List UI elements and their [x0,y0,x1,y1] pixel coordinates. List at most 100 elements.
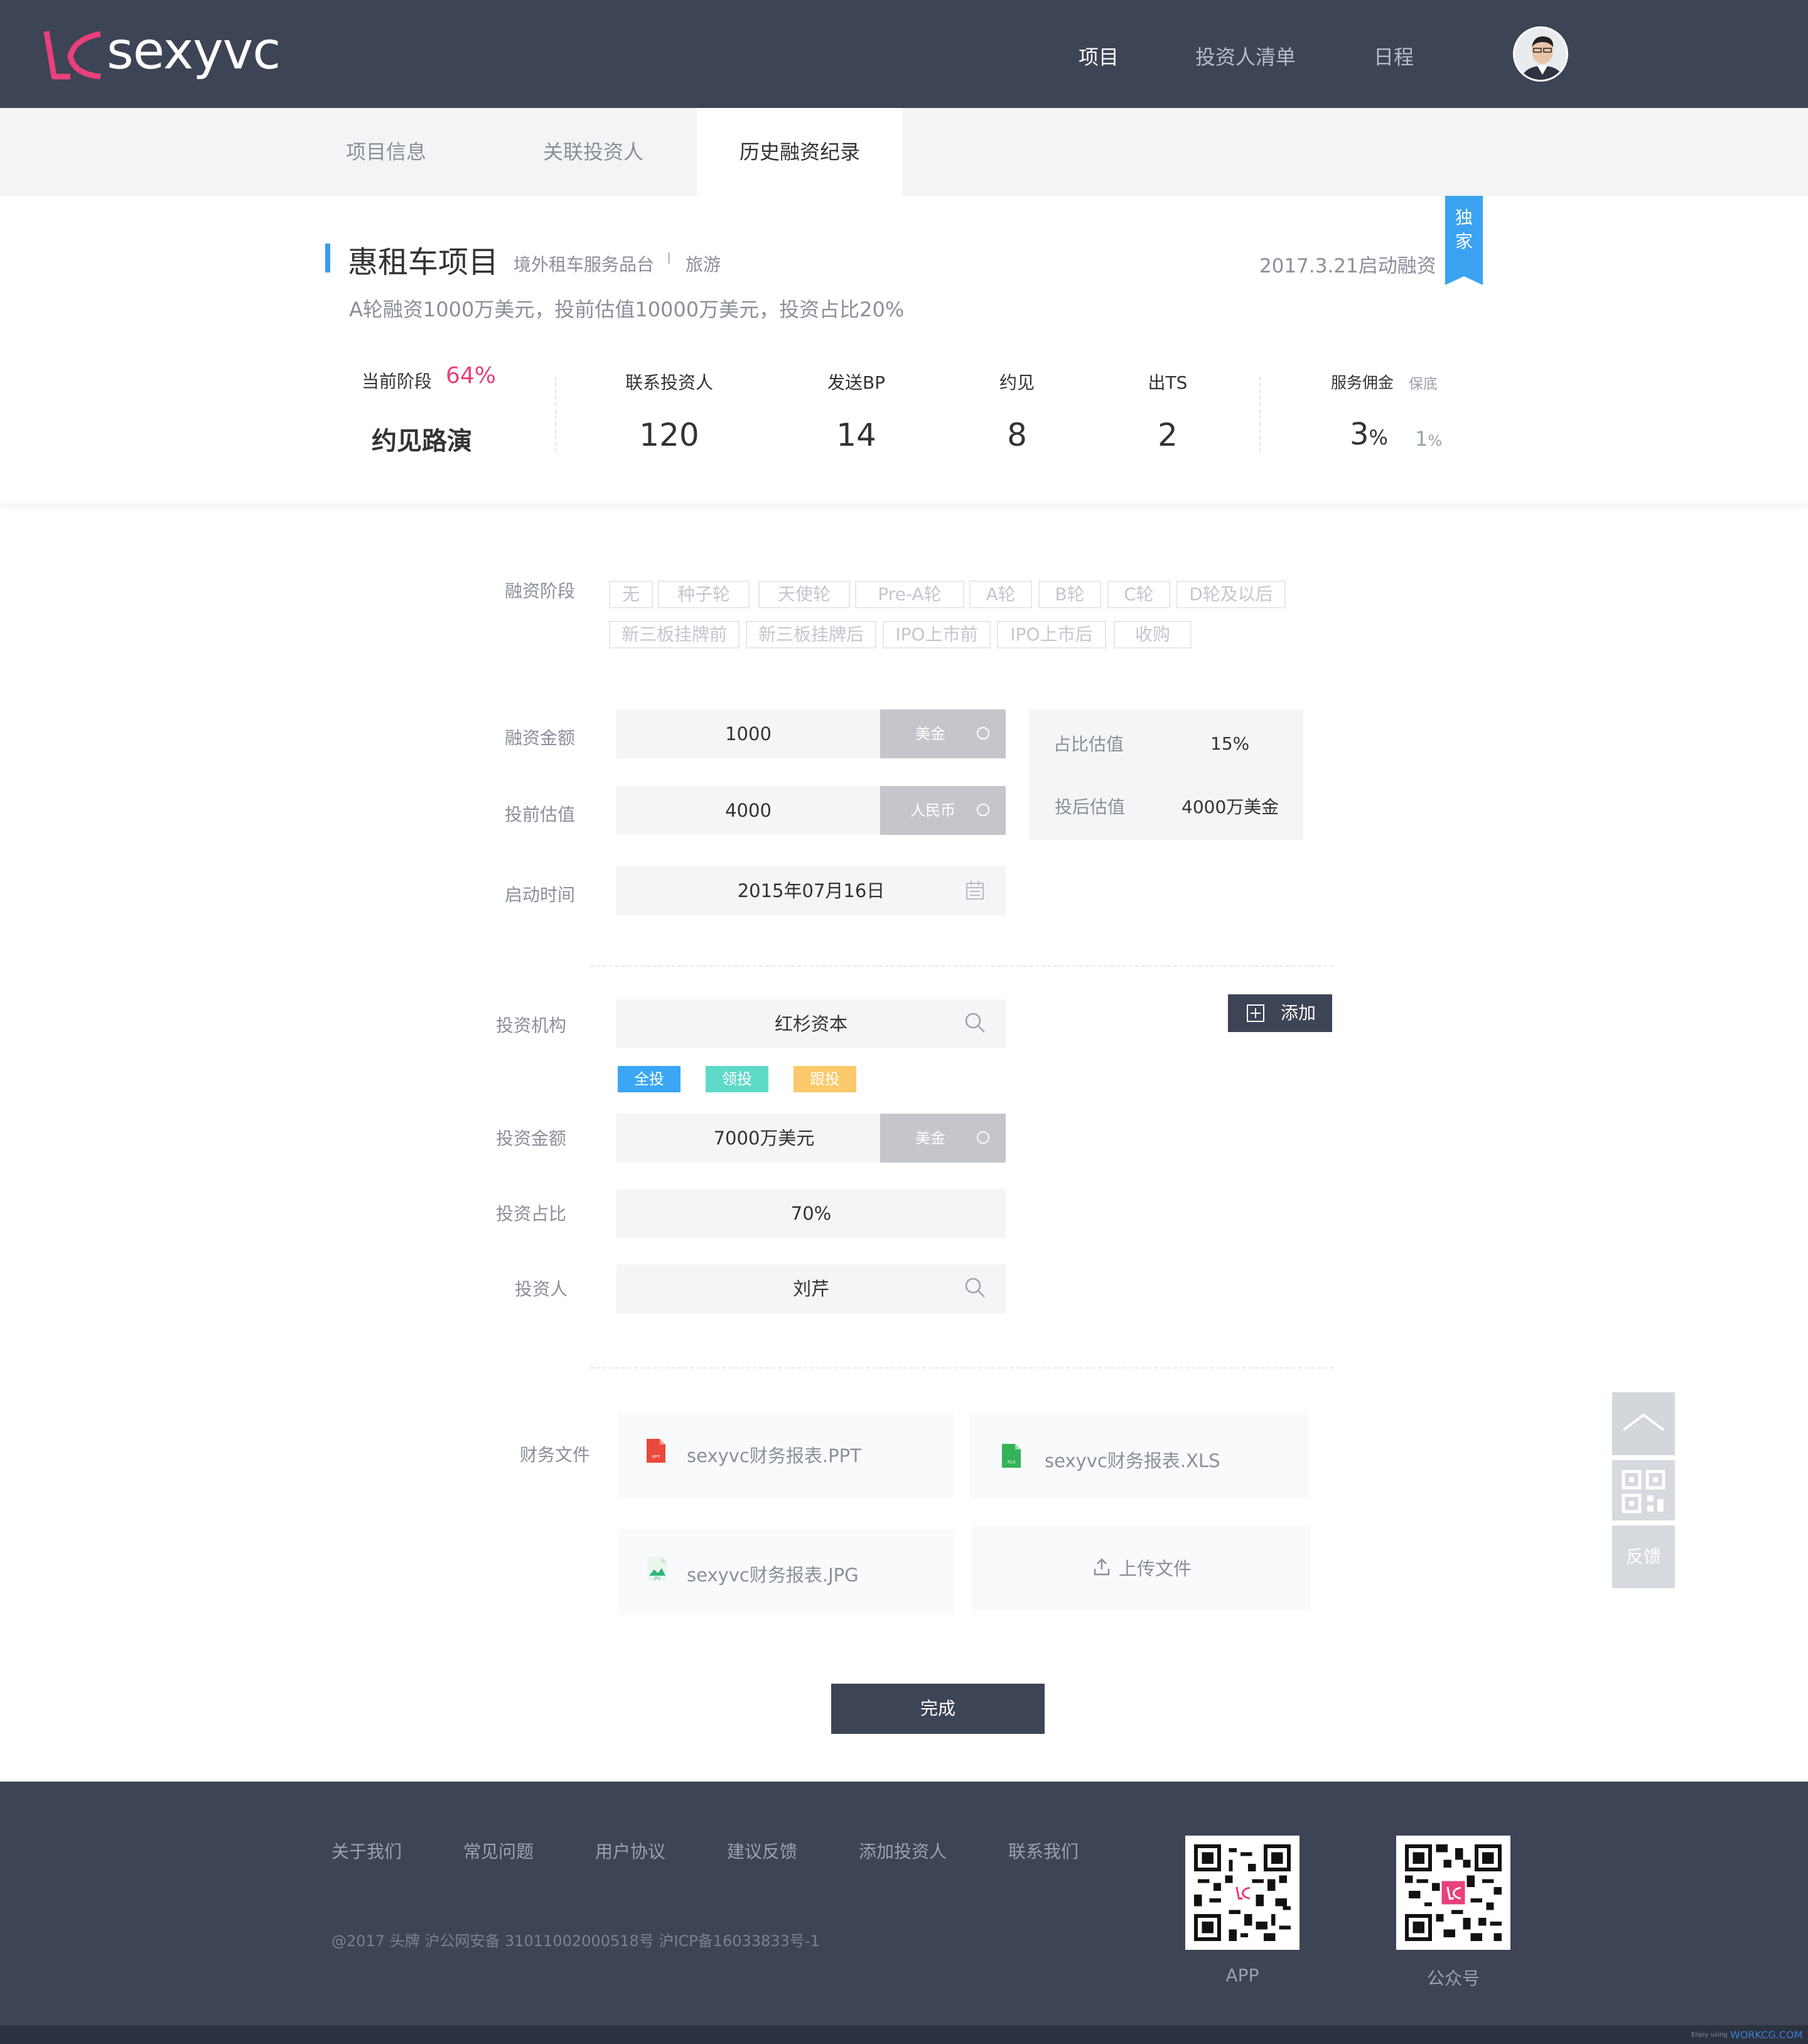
chip-lead-investment[interactable]: 领投 [706,1066,768,1092]
start-time-field-label: 启动时间 [505,885,576,905]
tab-project-info[interactable]: 项目信息 [308,108,465,196]
add-institution-button[interactable]: 添加 [1228,994,1332,1032]
investor-search-input[interactable]: 刘芹 [616,1264,1006,1313]
stage-option-post-ipo[interactable]: IPO上市后 [997,621,1106,648]
footer-link-contact[interactable]: 联系我们 [1008,1838,1079,1863]
footer-link-add-investor[interactable]: 添加投资人 [859,1838,947,1863]
footer-link-faq[interactable]: 常见问题 [463,1838,534,1863]
start-time-value: 2015年07月16日 [737,880,885,901]
institution-search-input[interactable]: 红杉资本 [616,999,1006,1048]
pre-valuation-input[interactable]: 4000 [616,786,880,835]
refresh-icon [977,1131,989,1144]
investor-value: 刘芹 [792,1278,829,1299]
feedback-button[interactable]: 反馈 [1612,1525,1675,1588]
start-time-input[interactable]: 2015年07月16日 [616,866,1006,915]
ratio-valuation-value: 15% [1210,733,1250,754]
user-avatar[interactable] [1513,26,1568,82]
institution-field-label: 投资机构 [496,1015,567,1036]
stat-term-sheets-label: 出TS [1148,372,1188,393]
brand-logo-icon[interactable] [43,28,103,82]
footer-link-about[interactable]: 关于我们 [331,1838,402,1863]
footer-link-user-agreement[interactable]: 用户协议 [595,1838,665,1863]
stage-option-neeq-post[interactable]: 新三板挂牌后 [746,621,876,648]
footer-bottom-strip [0,2025,1808,2044]
upload-label: 上传文件 [1119,1558,1192,1579]
institution-value: 红杉资本 [774,1013,848,1035]
brand-name[interactable]: sexyvc [107,21,281,81]
xls-file-icon: XLS [1002,1444,1021,1468]
stage-option-pre-a[interactable]: Pre-A轮 [855,581,964,608]
nav-item-investor-list[interactable]: 投资人清单 [1195,41,1296,70]
project-industry: 旅游 [686,254,721,275]
stat-bp-sent-value: 14 [836,417,876,453]
file-item-jpg[interactable]: JPG sexyvc财务报表.JPG [618,1529,954,1615]
amount-field-label: 融资金额 [505,728,576,748]
invest-currency-select[interactable]: 美金 [880,1114,1006,1163]
refresh-icon [977,804,989,816]
tab-related-investors[interactable]: 关联投资人 [515,108,672,196]
guarantee-label: 保底 [1409,376,1438,392]
qr-code-button[interactable] [1612,1460,1675,1520]
app-qr-code [1185,1836,1300,1950]
top-navbar: sexyvc 项目 投资人清单 日程 [0,0,1808,108]
project-summary-card [0,196,1808,503]
tab-financing-history[interactable]: 历史融资纪录 [697,108,903,196]
section-divider [590,1367,1333,1369]
search-icon[interactable] [964,1277,986,1298]
app-qr-label: APP [1225,1965,1259,1986]
category-separator: I [667,250,672,267]
wechat-qr-code [1396,1836,1510,1950]
pre-valuation-currency-select[interactable]: 人民币 [880,786,1006,835]
calendar-icon[interactable] [966,880,984,900]
pre-valuation-currency-label: 人民币 [910,802,955,819]
ppt-file-icon: PPT [647,1439,665,1463]
invest-amount-input[interactable]: 7000万美元 [616,1114,880,1163]
stage-option-c[interactable]: C轮 [1107,581,1170,608]
stage-option-none[interactable]: 无 [609,581,653,608]
investor-field-label: 投资人 [515,1279,568,1299]
upload-file-button[interactable]: 上传文件 [972,1525,1311,1611]
svg-text:XLS: XLS [1007,1460,1016,1465]
stage-option-seed[interactable]: 种子轮 [658,581,750,608]
stage-option-neeq-pre[interactable]: 新三板挂牌前 [609,621,740,648]
amount-input[interactable]: 1000 [616,709,880,758]
back-to-top-button[interactable] [1612,1392,1675,1455]
file-item-xls[interactable]: XLS sexyvc财务报表.XLS [969,1414,1308,1499]
current-stage-value: 约见路演 [372,427,472,456]
footer [0,1782,1808,2025]
valuation-result-panel [1030,709,1303,840]
nav-item-schedule[interactable]: 日程 [1374,41,1414,70]
stage-option-b[interactable]: B轮 [1038,581,1101,608]
stage-option-d-plus[interactable]: D轮及以后 [1176,581,1286,608]
stage-option-acquisition[interactable]: 收购 [1114,621,1192,648]
watermark-prefix: Enjoy using [1691,2031,1728,2038]
footer-link-feedback[interactable]: 建议反馈 [727,1838,797,1863]
wechat-qr-image-icon [1405,1844,1502,1941]
file-name: sexyvc财务报表.JPG [687,1564,859,1586]
file-item-ppt[interactable]: PPT sexyvc财务报表.PPT [618,1412,954,1498]
chip-follow-investment[interactable]: 跟投 [794,1066,856,1092]
watermark-site: WORKCG.COM [1730,2029,1803,2041]
avatar-person-icon [1515,28,1566,80]
section-divider [590,966,1333,967]
stage-option-a[interactable]: A轮 [969,581,1032,608]
chip-full-investment[interactable]: 全投 [618,1066,681,1092]
svg-text:JPG: JPG [654,1576,660,1581]
guarantee-value: 1% [1415,427,1443,451]
project-tabs: 项目信息 关联投资人 历史融资纪录 [0,108,1808,196]
copyright-text: @2017 头牌 沪公网安备 31011002000518号 沪ICP备1603… [331,1932,820,1950]
invest-ratio-input[interactable]: 70% [616,1189,1006,1238]
nav-item-projects[interactable]: 项目 [1079,41,1119,70]
stage-option-pre-ipo[interactable]: IPO上市前 [883,621,991,648]
ratio-valuation-label: 占比估值 [1053,734,1124,755]
svg-text:PPT: PPT [652,1455,660,1460]
search-icon[interactable] [964,1012,986,1033]
amount-currency-label: 美金 [915,725,945,743]
financing-start-date: 2017.3.21启动融资 [1259,255,1436,277]
amount-currency-select[interactable]: 美金 [880,709,1006,758]
stage-option-angel[interactable]: 天使轮 [758,581,850,608]
files-field-label: 财务文件 [520,1444,591,1465]
financing-summary: A轮融资1000万美元，投前估值10000万美元，投资占比20% [349,298,905,321]
submit-button[interactable]: 完成 [831,1684,1045,1734]
post-valuation-value: 4000万美金 [1181,797,1279,817]
